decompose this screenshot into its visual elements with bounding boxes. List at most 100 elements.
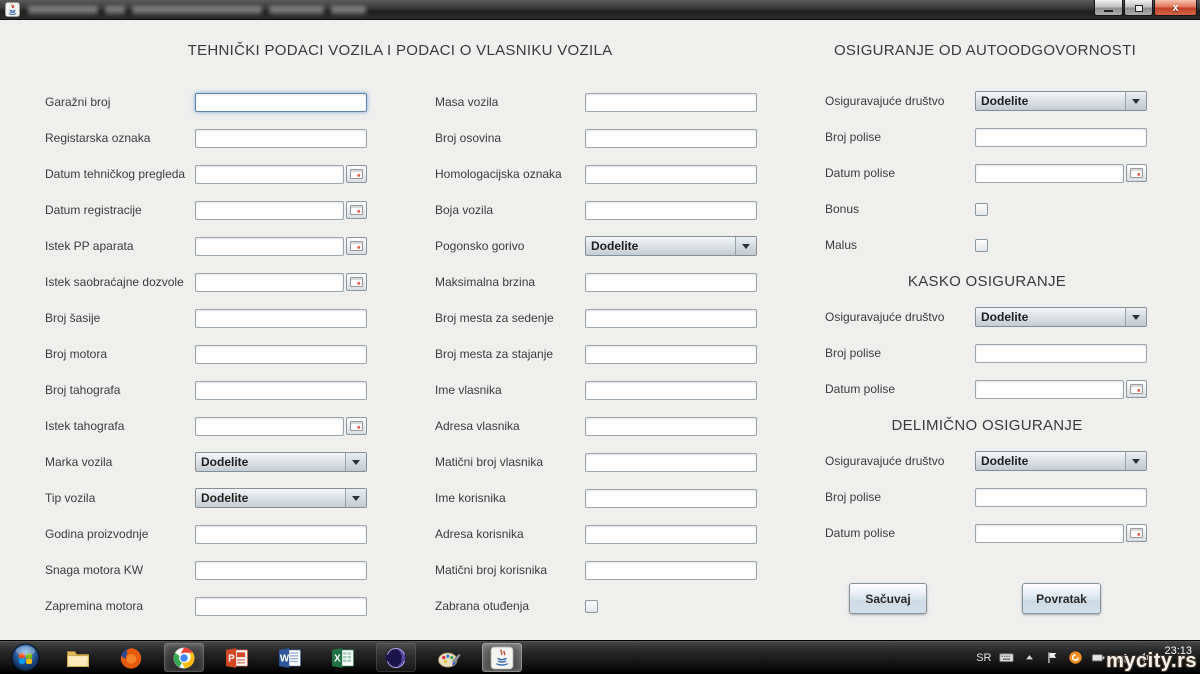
explorer-taskbar-button[interactable] [58,643,98,672]
chrome-taskbar-button[interactable] [164,643,204,672]
broj-osovina-label: Broj osovina [435,131,502,145]
zabrana-otudenja-checkbox[interactable] [585,599,598,613]
broj-sasije-input[interactable] [195,308,367,328]
maksimalna-brzina-input[interactable] [585,272,757,292]
masa-vozila-input[interactable] [585,92,757,112]
datum-polise-input[interactable] [975,523,1124,543]
datum-registracije-label: Datum registracije [45,203,142,217]
form-row: Broj mesta za sedenje [435,300,759,336]
form-row: Broj osovina [435,120,759,156]
broj-mesta-za-sedenje-input[interactable] [585,308,757,328]
maticni-broj-vlasnika-input[interactable] [585,452,757,472]
zapremina-motora-label: Zapremina motora [45,599,144,613]
bonus-checkbox[interactable] [975,202,988,216]
language-indicator[interactable]: SR [976,652,991,664]
java-app-taskbar-button[interactable] [482,643,522,672]
calendar-picker-button[interactable] [346,273,367,291]
calendar-picker-button[interactable] [346,201,367,219]
start-button[interactable] [5,643,45,672]
malus-label: Malus [825,238,858,252]
paint-icon [438,651,461,668]
window-titlebar[interactable]: x [0,0,1200,20]
broj-tahografa-input[interactable] [195,380,367,400]
selected-value: Dodelite [981,94,1029,108]
delimicno-osiguranje-heading: DELIMIČNO OSIGURANJE [891,416,1083,434]
istek-tahografa-input[interactable] [195,416,344,436]
calendar-picker-button[interactable] [1126,380,1147,398]
maticni-broj-korisnika-input[interactable] [585,560,757,580]
minimize-button[interactable] [1094,0,1123,16]
form-row: Datum tehničkog pregleda [45,156,369,192]
calendar-icon [350,169,363,179]
back-button[interactable]: Povratak [1022,583,1101,614]
field-control [975,202,988,216]
datum-polise-input[interactable] [975,379,1124,399]
form-row: Boja vozila [435,192,759,228]
word-taskbar-button[interactable]: W [270,643,310,672]
calendar-picker-button[interactable] [1126,164,1147,182]
datum-registracije-input[interactable] [195,200,344,220]
field-control [975,487,1147,507]
adresa-vlasnika-input[interactable] [585,416,757,436]
marka-vozila-label: Marka vozila [45,455,113,469]
form-row: Adresa korisnika [435,516,759,552]
save-button[interactable]: Sačuvaj [849,583,927,614]
security-orange-tray-icon[interactable] [1068,650,1083,665]
form-row: KASKO OSIGURANJE [825,263,1149,299]
garazni-broj-input[interactable] [195,92,367,112]
broj-polise-input[interactable] [975,487,1147,507]
marka-vozila-select[interactable]: Dodelite [195,452,367,472]
homologacijska-oznaka-input[interactable] [585,164,757,184]
close-button[interactable]: x [1154,0,1197,16]
ime-korisnika-input[interactable] [585,488,757,508]
field-control [585,164,757,184]
datum-tehnickog-pregleda-input[interactable] [195,164,344,184]
field-control [585,524,757,544]
boja-vozila-input[interactable] [585,200,757,220]
osiguravajuce-drustvo-label: Osiguravajuće društvo [825,94,945,108]
adresa-korisnika-input[interactable] [585,524,757,544]
godina-proizvodnje-input[interactable] [195,524,367,544]
paint-taskbar-button[interactable] [429,643,469,672]
osiguravajuce-drustvo-select[interactable]: Dodelite [975,307,1147,327]
powerpoint-taskbar-button[interactable]: P [217,643,257,672]
eclipse-taskbar-button[interactable] [376,643,416,672]
calendar-picker-button[interactable] [346,165,367,183]
broj-mesta-za-stajanje-input[interactable] [585,344,757,364]
form-row: Ime vlasnika [435,372,759,408]
zapremina-motora-input[interactable] [195,596,367,616]
maticni-broj-korisnika-label: Matični broj korisnika [435,563,548,577]
battery-tray-icon[interactable] [1091,650,1106,665]
restore-button[interactable] [1124,0,1153,16]
calendar-picker-button[interactable] [346,237,367,255]
field-control [195,200,367,220]
show-hidden-tray-icon[interactable] [1022,650,1037,665]
field-control [585,416,757,436]
istek-saobracajne-dozvole-input[interactable] [195,272,344,292]
pogonsko-gorivo-select[interactable]: Dodelite [585,236,757,256]
osiguravajuce-drustvo-select[interactable]: Dodelite [975,451,1147,471]
broj-polise-input[interactable] [975,343,1147,363]
keyboard-tray-icon[interactable] [999,650,1015,665]
snaga-motora-kw-input[interactable] [195,560,367,580]
malus-checkbox[interactable] [975,238,988,252]
field-control [585,488,757,508]
broj-osovina-input[interactable] [585,128,757,148]
broj-motora-input[interactable] [195,344,367,364]
form-row: Datum polise [825,155,1149,191]
istek-pp-aparata-input[interactable] [195,236,344,256]
minimize-icon [1104,10,1113,12]
excel-taskbar-button[interactable]: X [323,643,363,672]
form-row: Datum polise [825,371,1149,407]
datum-polise-input[interactable] [975,163,1124,183]
tip-vozila-select[interactable]: Dodelite [195,488,367,508]
osiguravajuce-drustvo-select[interactable]: Dodelite [975,91,1147,111]
firefox-taskbar-button[interactable] [111,643,151,672]
form-row: Broj motora [45,336,369,372]
calendar-picker-button[interactable] [346,417,367,435]
calendar-picker-button[interactable] [1126,524,1147,542]
registarska-oznaka-input[interactable] [195,128,367,148]
broj-polise-input[interactable] [975,127,1147,147]
ime-vlasnika-input[interactable] [585,380,757,400]
flag-tray-icon[interactable] [1045,650,1060,665]
